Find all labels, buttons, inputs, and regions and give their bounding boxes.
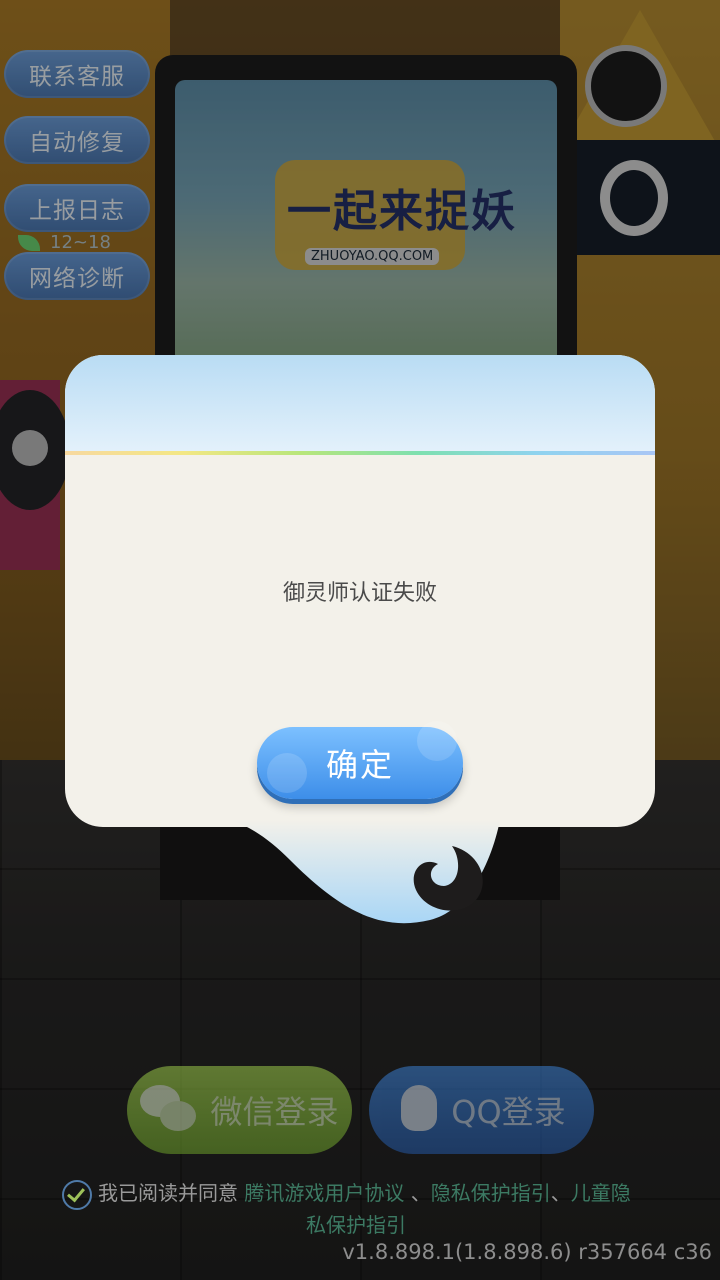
confirm-button[interactable]: 确定 [257,721,463,799]
dialog-message: 御灵师认证失败 [282,581,437,606]
wechat-login-button[interactable]: 微信登录 [127,1066,352,1154]
qq-penguin-icon [397,1085,441,1135]
children-privacy-link-cont[interactable]: 私保护指引 [62,1210,682,1240]
confirm-label: 确定 [325,746,394,784]
alert-dialog: 御灵师认证失败 确定 [65,355,655,827]
report-log-button[interactable]: 上报日志 [4,184,150,232]
temperature: 12~18 [50,232,111,253]
version-label: v1.8.898.1(1.8.898.6) r357664 c36 [342,1240,712,1264]
customer-service-button[interactable]: 联系客服 [4,50,150,98]
children-privacy-link[interactable]: 儿童隐 [571,1181,631,1205]
dialog-tail-swirl [230,820,500,924]
user-agreement-link[interactable]: 腾讯游戏用户协议 [244,1181,404,1205]
wechat-login-label: 微信登录 [210,1093,339,1131]
rainbow-divider [65,451,655,455]
auto-repair-button[interactable]: 自动修复 [4,116,150,164]
qq-login-button[interactable]: QQ登录 [369,1066,594,1154]
agree-prefix: 我已阅读并同意 [98,1181,238,1205]
agree-separator-2: 、 [550,1181,571,1205]
weather-widget: 12~18 [18,232,111,253]
privacy-link[interactable]: 隐私保护指引 [431,1181,551,1205]
leaf-icon [18,234,40,251]
agree-checkbox[interactable] [62,1179,92,1210]
qq-login-label: QQ登录 [451,1093,566,1131]
wechat-icon [140,1085,200,1135]
dialog-header [65,355,655,451]
agree-separator: 、 [410,1181,431,1205]
network-diagnose-button[interactable]: 网络诊断 [4,252,150,300]
agreement-text: 我已阅读并同意 腾讯游戏用户协议 、隐私保护指引、儿童隐 私保护指引 [62,1178,682,1240]
